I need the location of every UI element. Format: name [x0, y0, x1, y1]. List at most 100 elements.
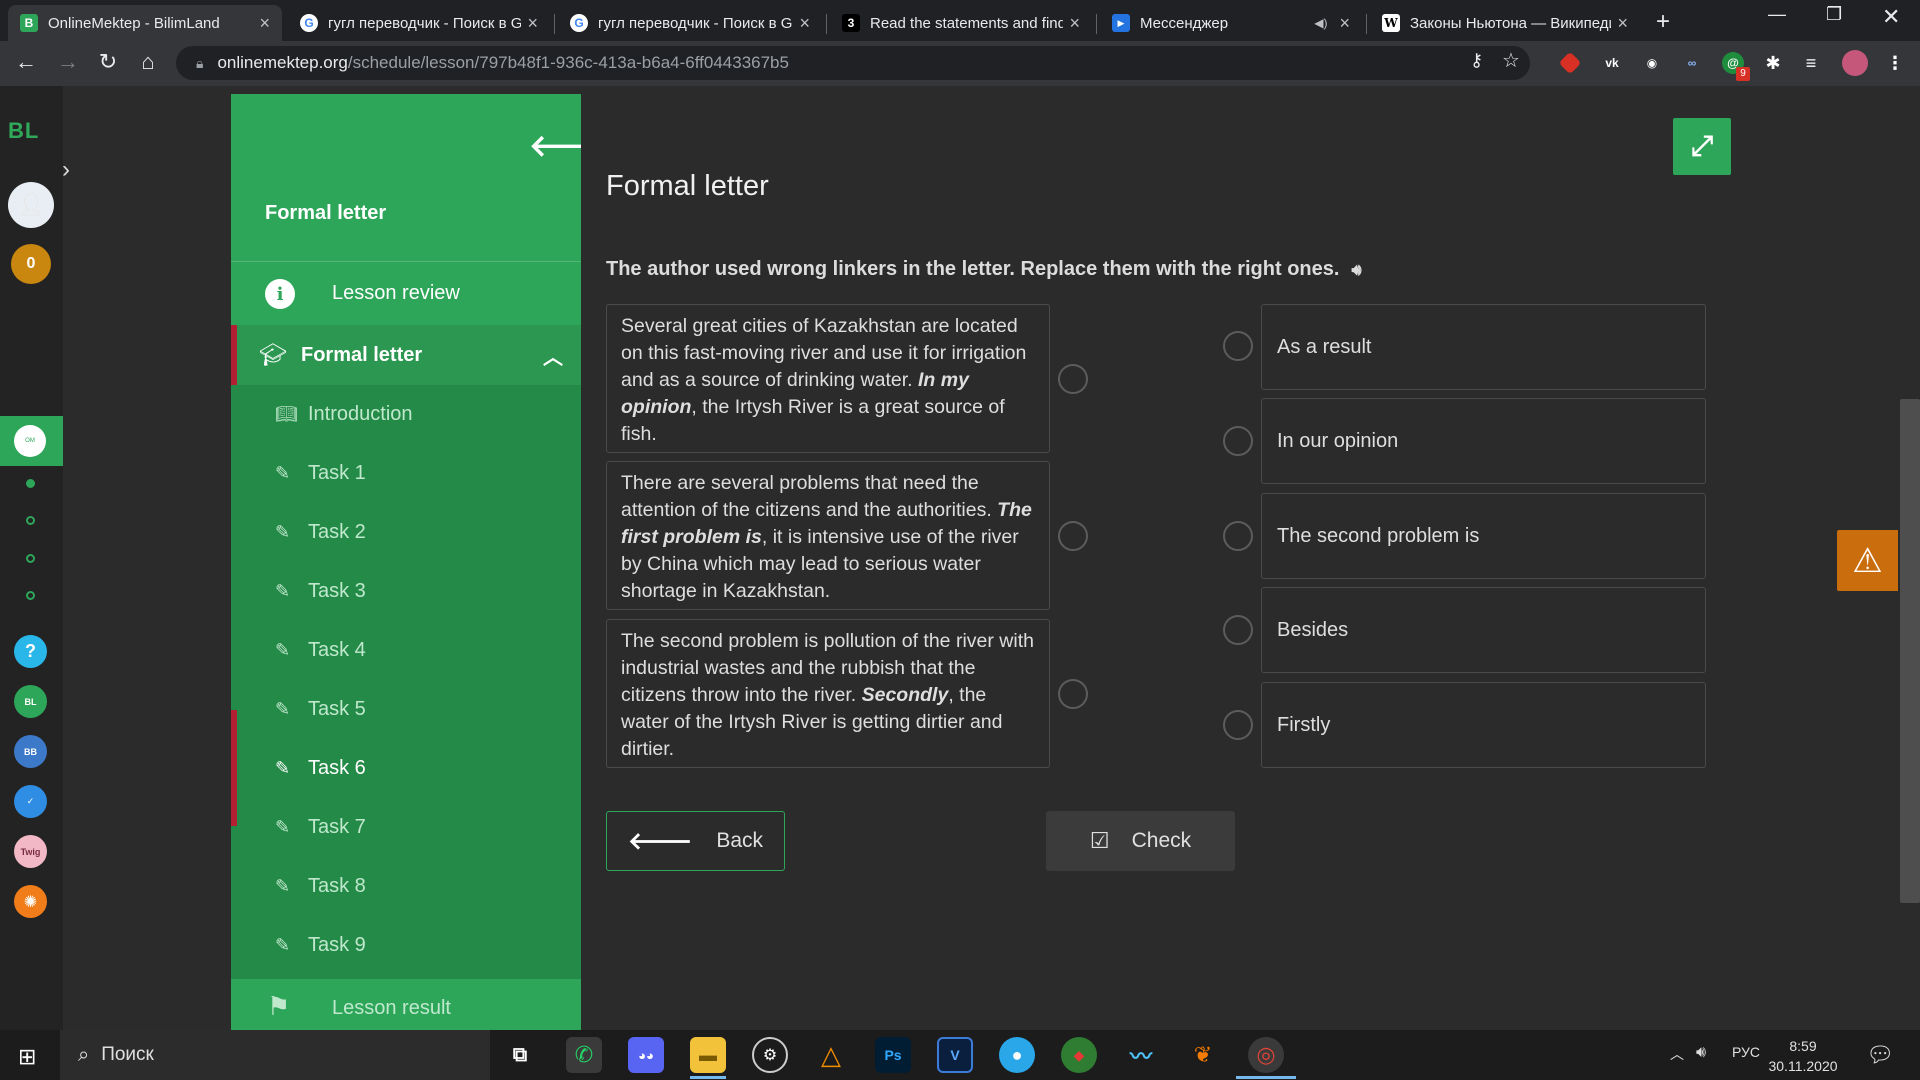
- sidebar-item-task-9[interactable]: ✎ Task 9: [231, 916, 581, 975]
- browser-tab[interactable]: 3 Read the statements and find ×: [830, 5, 1092, 41]
- puzzle-extensions-icon[interactable]: ✱: [1762, 52, 1784, 74]
- answer-radio[interactable]: [1223, 521, 1253, 551]
- sidebar-item-lesson-result[interactable]: ⚑ Lesson result: [231, 979, 581, 1030]
- password-key-icon[interactable]: ⚷: [1470, 50, 1483, 71]
- answer-radio[interactable]: [1223, 426, 1253, 456]
- browser-tab[interactable]: G гугл переводчик - Поиск в Google ×: [288, 5, 550, 41]
- vpn-shield-icon[interactable]: ◆: [1061, 1037, 1097, 1073]
- close-tab-icon[interactable]: ×: [1339, 13, 1350, 34]
- sidebar-item-task-5[interactable]: ✎ Task 5: [231, 680, 581, 739]
- whatsapp-icon[interactable]: ✆: [566, 1037, 602, 1073]
- browser-tab[interactable]: ▶ Мессенджер ◀) ×: [1100, 5, 1362, 41]
- close-tab-icon[interactable]: ×: [799, 13, 810, 34]
- rail-page-dot[interactable]: [26, 479, 35, 488]
- expand-rail-chevron-icon[interactable]: ›: [62, 156, 70, 184]
- home-icon[interactable]: ⌂: [134, 49, 162, 75]
- answer-card[interactable]: Besides: [1261, 587, 1706, 673]
- app-circle-icon[interactable]: ●: [999, 1037, 1035, 1073]
- sidebar-item-task-7[interactable]: ✎ Task 7: [231, 798, 581, 857]
- show-hidden-icons-chevron-icon[interactable]: ︿: [1670, 1044, 1684, 1064]
- close-tab-icon[interactable]: ×: [1069, 13, 1080, 34]
- online-mektep-app-button[interactable]: OM: [0, 416, 63, 466]
- browser-menu-icon[interactable]: ⋮: [1884, 52, 1906, 74]
- answer-card[interactable]: The second problem is: [1261, 493, 1706, 579]
- vk-extension-icon[interactable]: vk: [1601, 52, 1623, 74]
- input-language[interactable]: РУС: [1732, 1044, 1760, 1060]
- profile-avatar-icon[interactable]: [1842, 50, 1868, 76]
- statement-card[interactable]: Several great cities of Kazakhstan are l…: [606, 304, 1050, 453]
- statement-radio[interactable]: [1058, 679, 1088, 709]
- answer-card[interactable]: As a result: [1261, 304, 1706, 390]
- bookmark-star-icon[interactable]: ☆: [1502, 48, 1520, 73]
- avast-icon[interactable]: △: [813, 1037, 849, 1073]
- volume-icon[interactable]: 🔊︎: [1696, 1044, 1706, 1062]
- answer-card[interactable]: In our opinion: [1261, 398, 1706, 484]
- bilimland-logo[interactable]: BL: [8, 118, 39, 144]
- extension-red-icon[interactable]: [1558, 51, 1582, 75]
- sidebar-item-task-4[interactable]: ✎ Task 4: [231, 621, 581, 680]
- answer-card[interactable]: Firstly: [1261, 682, 1706, 768]
- chrome-icon[interactable]: ◎: [1248, 1037, 1284, 1073]
- new-tab-icon[interactable]: +: [1656, 8, 1670, 36]
- reload-icon[interactable]: ↻: [94, 49, 122, 75]
- statement-card[interactable]: The second problem is pollution of the r…: [606, 619, 1050, 768]
- extension-mask-icon[interactable]: ◉: [1641, 52, 1663, 74]
- reading-list-icon[interactable]: ≡: [1800, 52, 1822, 74]
- browser-tab[interactable]: B OnlineMektep - BilimLand ×: [8, 5, 282, 41]
- chevron-up-icon[interactable]: ︿: [543, 341, 563, 370]
- idea-app-icon[interactable]: ✺: [14, 885, 47, 918]
- rail-page-dot[interactable]: [26, 516, 35, 525]
- rail-page-dot[interactable]: [26, 554, 35, 563]
- sidebar-item-task-1[interactable]: ✎ Task 1: [231, 444, 581, 503]
- back-button[interactable]: 🡐 Back: [606, 811, 785, 871]
- photoshop-icon[interactable]: Ps: [875, 1037, 911, 1073]
- close-window-icon[interactable]: ✕: [1882, 4, 1900, 30]
- statement-radio[interactable]: [1058, 364, 1088, 394]
- statement-card[interactable]: There are several problems that need the…: [606, 461, 1050, 610]
- collapse-sidebar-arrow-icon[interactable]: 🡐: [529, 128, 581, 164]
- taskbar-clock[interactable]: 8:59 30.11.2020: [1768, 1036, 1838, 1076]
- steam-icon[interactable]: ⚙: [752, 1037, 788, 1073]
- answer-radio[interactable]: [1223, 710, 1253, 740]
- help-app-icon[interactable]: ?: [14, 635, 47, 668]
- minimize-window-icon[interactable]: —: [1768, 4, 1786, 25]
- close-tab-icon[interactable]: ×: [1617, 13, 1628, 34]
- bilimland-app-icon[interactable]: BL: [14, 685, 47, 718]
- forward-arrow-icon[interactable]: →: [54, 49, 82, 75]
- taskbar-search[interactable]: ⌕ Поиск: [60, 1030, 490, 1080]
- sidebar-section-formal-letter[interactable]: 🎓︎ Formal letter ︿: [231, 325, 581, 385]
- report-problem-button[interactable]: ⚠: [1837, 530, 1898, 591]
- check-button[interactable]: ☑ Check: [1046, 811, 1235, 871]
- sidebar-item-introduction[interactable]: 📖︎ Introduction: [231, 385, 581, 444]
- lock-icon[interactable]: 🔒︎: [196, 55, 203, 72]
- close-tab-icon[interactable]: ×: [527, 13, 538, 34]
- app-wave-icon[interactable]: 〰: [1123, 1037, 1159, 1073]
- answer-radio[interactable]: [1223, 331, 1253, 361]
- sidebar-item-lesson-review[interactable]: i Lesson review: [231, 261, 581, 325]
- sidebar-item-task-2[interactable]: ✎ Task 2: [231, 503, 581, 562]
- sidebar-item-task-8[interactable]: ✎ Task 8: [231, 857, 581, 916]
- sidebar-item-task-6[interactable]: ✎ Task 6: [231, 739, 581, 798]
- browser-tab[interactable]: W Законы Ньютона — Википедия ×: [1370, 5, 1640, 41]
- infinity-extension-icon[interactable]: ∞: [1681, 52, 1703, 74]
- file-explorer-icon[interactable]: ▬: [690, 1037, 726, 1073]
- rail-page-dot[interactable]: [26, 591, 35, 600]
- page-scrollbar-thumb[interactable]: [1900, 399, 1920, 903]
- statement-radio[interactable]: [1058, 521, 1088, 551]
- vegas-icon[interactable]: V: [937, 1037, 973, 1073]
- address-bar[interactable]: 🔒︎ onlinemektep.org/schedule/lesson/797b…: [176, 46, 1530, 80]
- twig-app-icon[interactable]: Twig: [14, 835, 47, 868]
- notifications-icon[interactable]: 💬︎: [1866, 1042, 1894, 1068]
- bilimbook-app-icon[interactable]: BB: [14, 735, 47, 768]
- browser-tab[interactable]: G гугл переводчик - Поиск в Google ×: [558, 5, 822, 41]
- answer-radio[interactable]: [1223, 615, 1253, 645]
- coins-badge[interactable]: 0: [11, 244, 51, 284]
- fl-studio-icon[interactable]: ❦: [1185, 1037, 1221, 1073]
- tab-audio-icon[interactable]: ◀): [1314, 16, 1327, 30]
- discord-icon[interactable]: ◕◕: [628, 1037, 664, 1073]
- user-avatar[interactable]: 👤︎: [8, 182, 54, 228]
- fullscreen-button[interactable]: ⤢: [1673, 118, 1731, 175]
- restore-window-icon[interactable]: ❐: [1826, 4, 1842, 25]
- test-app-icon[interactable]: ✓: [14, 785, 47, 818]
- sidebar-item-task-3[interactable]: ✎ Task 3: [231, 562, 581, 621]
